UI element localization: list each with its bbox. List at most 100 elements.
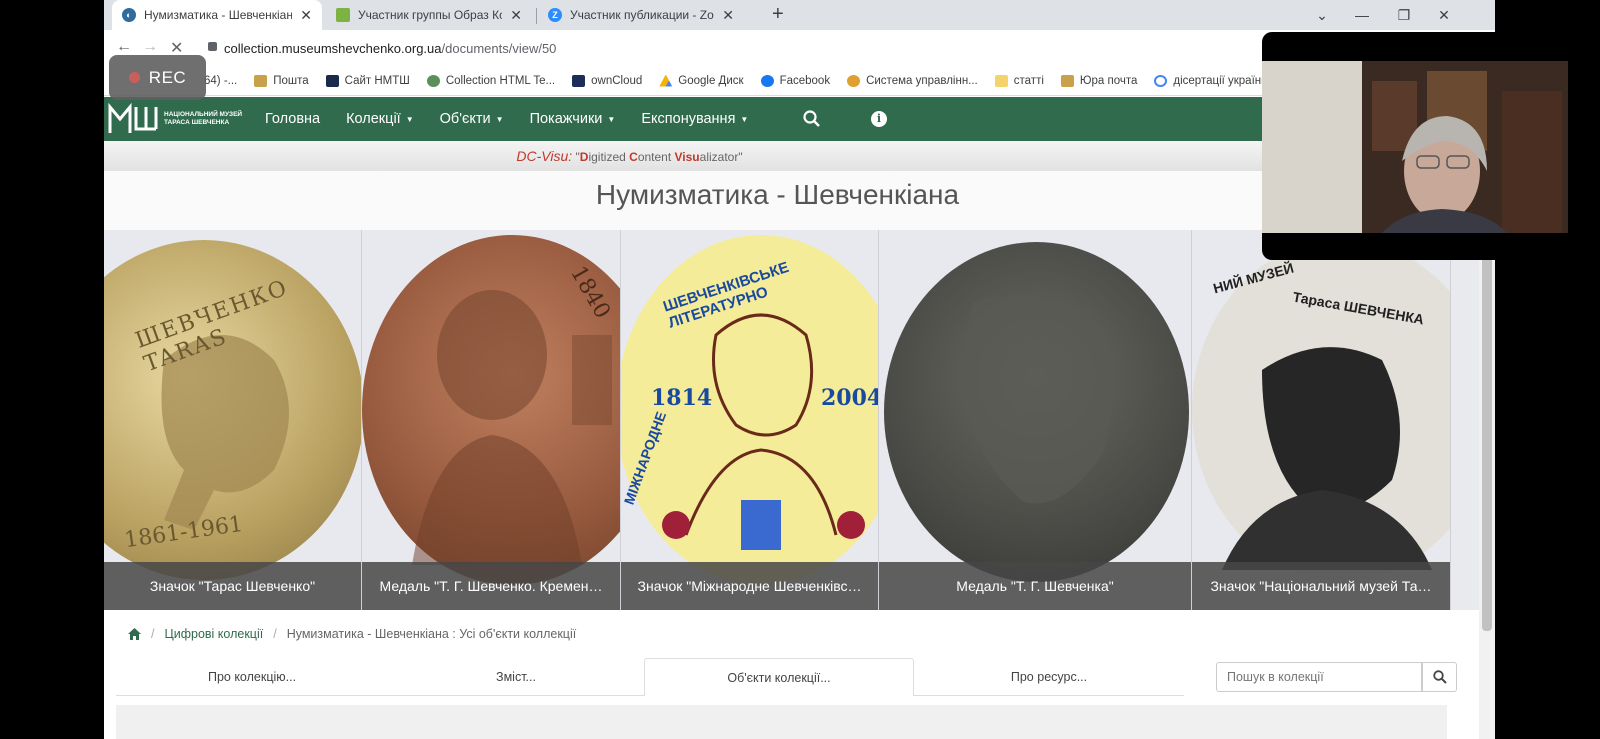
bookmark-item[interactable]: Система управлінн... — [847, 74, 978, 87]
breadcrumb-link[interactable]: Цифрові колекції — [164, 627, 263, 641]
tab-contents[interactable]: Зміст... — [388, 658, 644, 696]
browser-tab-3[interactable]: Z Участник публикации - Zoom ✕ — [538, 0, 744, 30]
bookmark-item[interactable]: 64) -... — [204, 75, 237, 87]
badge-year-left: 1814 — [651, 385, 713, 411]
restore-icon[interactable]: ❐ — [1384, 0, 1424, 30]
carousel-slide[interactable]: НИЙ МУЗЕЙ Тараса ШЕВЧЕНКА Значок "Націон… — [1192, 230, 1451, 610]
slide-caption: Медаль "Т. Г. Шевченко. Кремен… — [362, 562, 620, 610]
carousel-slide[interactable]: 1840 Медаль "Т. Г. Шевченко. Кремен… — [362, 230, 621, 610]
bookmark-item[interactable]: ownCloud — [572, 74, 643, 87]
tab-about-collection[interactable]: Про колекцію... — [116, 658, 388, 696]
folder-icon — [994, 74, 1008, 87]
tab-search-chevron-icon[interactable]: ⌄ — [1302, 0, 1342, 30]
collection-search-input[interactable] — [1216, 662, 1422, 692]
collection-tabs: Про колекцію... Зміст... Об'єкти колекці… — [116, 658, 1457, 698]
menu-objects[interactable]: Об'єкти ▼ — [440, 111, 504, 127]
lock-icon — [208, 42, 217, 51]
browser-tab-2[interactable]: Участник группы Образ Кобзар ✕ — [326, 0, 532, 30]
menu-exposition[interactable]: Експонування ▼ — [641, 111, 748, 127]
carousel-slide[interactable]: ШЕВЧЕНКІВСЬКЕ ЛІТЕРАТУРНО 1814 2004 МІЖН… — [621, 230, 879, 610]
mail-folder-icon — [1060, 74, 1074, 87]
collection-carousel: 1861-1961 ШЕВЧЕНКО TARAS Значок "Тарас Ш… — [104, 230, 1495, 610]
carousel-slide[interactable]: Медаль "Т. Г. Шевченка" — [879, 230, 1192, 610]
url-host: collection.museumshevchenko.org.ua — [224, 41, 442, 56]
menu-indexes[interactable]: Покажчики ▼ — [530, 111, 616, 127]
breadcrumb-separator: / — [273, 627, 277, 641]
bookmark-item[interactable]: Пошта — [254, 74, 309, 87]
bookmark-label: Facebook — [779, 74, 831, 87]
record-dot-icon — [128, 72, 140, 83]
menu-home[interactable]: Головна — [265, 111, 320, 127]
close-window-icon[interactable]: ✕ — [1424, 0, 1464, 30]
breadcrumb-separator: / — [151, 627, 155, 641]
close-tab-icon[interactable]: ✕ — [510, 7, 522, 24]
bookmark-label: статті — [1013, 74, 1044, 87]
url-field[interactable]: collection.museumshevchenko.org.ua/docum… — [224, 41, 556, 56]
menu-collections[interactable]: Колекції ▼ — [346, 111, 414, 127]
new-tab-plus-icon[interactable]: + — [772, 3, 784, 26]
logo-text: НАЦІОНАЛЬНИЙ МУЗЕЙ ТАРАСА ШЕВЧЕНКА — [164, 111, 242, 127]
mail-folder-icon — [254, 74, 268, 87]
tab-title: Участник группы Образ Кобзар — [358, 8, 502, 22]
info-icon[interactable]: i — [871, 111, 887, 127]
caret-down-icon: ▼ — [740, 114, 749, 124]
museum-site-icon — [325, 74, 339, 87]
search-icon — [1433, 670, 1447, 684]
browser-tab-1[interactable]: ◐ Нумизматика - Шевченкіана / І ✕ — [112, 0, 322, 30]
caret-down-icon: ▼ — [405, 114, 414, 124]
dc-visu-word: ontent — [637, 150, 675, 164]
bookmark-label: 64) -... — [204, 74, 238, 87]
bookmark-label: Google Диск — [678, 74, 744, 87]
bookmark-item[interactable]: Facebook — [760, 74, 831, 87]
google-drive-icon — [659, 74, 673, 87]
bookmark-item[interactable]: Collection HTML Te... — [426, 74, 556, 87]
bookmark-label: Система управлінн... — [866, 74, 978, 87]
menu-label: Експонування — [641, 111, 736, 127]
owncloud-icon — [572, 74, 586, 87]
dc-visu-letter: Visu — [674, 150, 700, 164]
rec-label: REC — [148, 67, 187, 87]
dark-medal-image — [884, 242, 1189, 582]
bookmark-label: Collection HTML Te... — [445, 74, 556, 87]
logo-line-2: ТАРАСА ШЕВЧЕНКА — [164, 119, 230, 126]
minimize-icon[interactable]: — — [1342, 0, 1382, 30]
main-menu: Головна Колекції ▼ Об'єкти ▼ Покажчики ▼ Ек… — [265, 97, 774, 141]
recording-indicator: REC — [109, 55, 206, 100]
collection-search-button[interactable] — [1422, 662, 1457, 692]
scrollbar-thumb[interactable] — [1482, 231, 1492, 631]
dc-visu-brand: DC-Visu: — [516, 148, 573, 164]
bookmark-item[interactable]: статті — [994, 74, 1044, 87]
search-icon[interactable] — [803, 110, 821, 133]
close-tab-icon[interactable]: ✕ — [722, 7, 734, 24]
zoom-favicon-icon: Z — [548, 8, 562, 22]
bookmark-label: Пошта — [273, 74, 309, 87]
home-icon[interactable] — [128, 628, 141, 640]
bookmark-item[interactable]: Сайт НМТШ — [325, 74, 410, 87]
caret-down-icon: ▼ — [607, 114, 616, 124]
forward-arrow-icon[interactable]: → — [142, 38, 158, 56]
facebook-icon — [760, 74, 774, 87]
badge-year-right: 2004 — [821, 385, 879, 411]
google-icon — [1154, 74, 1168, 87]
tab-collection-objects[interactable]: Об'єкти колекції... — [644, 658, 914, 696]
slide-caption: Значок "Тарас Шевченко" — [104, 562, 361, 610]
museum-logo[interactable]: НАЦІОНАЛЬНИЙ МУЗЕЙ ТАРАСА ШЕВЧЕНКА — [106, 99, 242, 139]
bookmark-item[interactable]: дісертації україни... — [1154, 74, 1277, 87]
bookmark-label: Юра почта — [1079, 74, 1138, 87]
caret-down-icon: ▼ — [495, 114, 504, 124]
carousel-slide[interactable]: 1861-1961 ШЕВЧЕНКО TARAS Значок "Тарас Ш… — [104, 230, 362, 610]
menu-label: Головна — [265, 111, 321, 127]
close-tab-icon[interactable]: ✕ — [300, 7, 312, 24]
back-arrow-icon[interactable]: ← — [116, 38, 132, 56]
slide-caption: Значок "Міжнародне Шевченківс… — [621, 562, 878, 610]
tab-about-resource[interactable]: Про ресурс... — [914, 658, 1184, 696]
screen: ◐ Нумизматика - Шевченкіана / І ✕ Участн… — [0, 0, 1600, 739]
dc-visu-word: alizator" — [699, 150, 743, 164]
breadcrumb-current: Нумизматика - Шевченкіана : Усі об'єкти … — [286, 627, 577, 641]
bookmark-item[interactable]: Google Диск — [659, 74, 744, 87]
video-participant-tile[interactable] — [1262, 32, 1568, 260]
logo-mark-icon — [106, 99, 160, 139]
bookmark-label: ownCloud — [591, 74, 643, 87]
bookmark-item[interactable]: Юра почта — [1060, 74, 1138, 87]
toolbar-strip — [116, 705, 1447, 739]
